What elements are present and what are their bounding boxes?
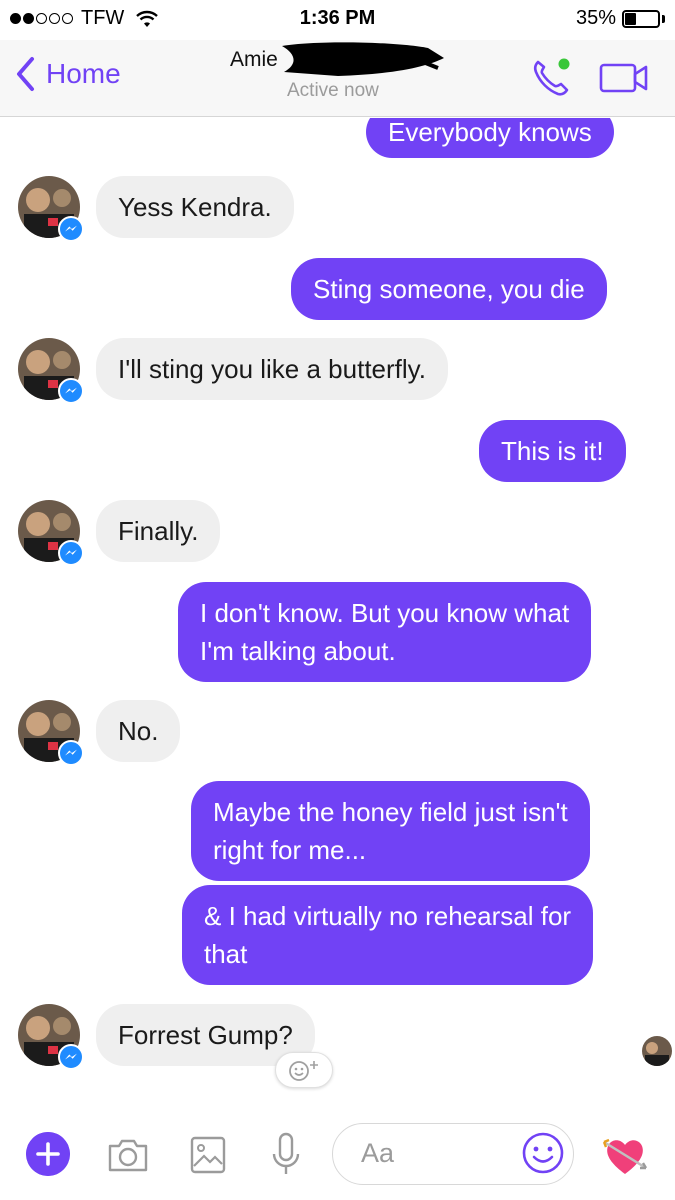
message-line: I'm talking about. xyxy=(200,636,396,666)
video-call-icon[interactable] xyxy=(598,62,650,94)
smiley-plus-icon xyxy=(289,1061,318,1081)
battery-icon xyxy=(622,9,660,28)
emoji-icon[interactable] xyxy=(520,1130,566,1176)
back-button[interactable]: Home xyxy=(14,56,121,92)
battery-percent: 35% xyxy=(575,7,616,29)
messenger-badge-icon xyxy=(58,540,84,566)
contact-avatar[interactable] xyxy=(18,1004,84,1070)
microphone-icon[interactable] xyxy=(262,1130,310,1178)
active-status: Active now xyxy=(287,80,379,101)
message-outgoing[interactable]: Everybody knows xyxy=(366,118,614,158)
add-reaction-button[interactable] xyxy=(275,1052,333,1088)
plus-icon[interactable] xyxy=(26,1132,70,1176)
chevron-left-icon xyxy=(17,57,34,91)
contact-avatar[interactable] xyxy=(18,500,84,566)
message-outgoing[interactable]: Maybe the honey field just isn't right f… xyxy=(191,781,590,881)
battery-status: 35% xyxy=(576,7,665,30)
contact-avatar[interactable] xyxy=(18,700,84,766)
message-outgoing[interactable]: This is it! xyxy=(479,420,626,482)
message-text: Yess Kendra. xyxy=(118,192,272,222)
contact-avatar[interactable] xyxy=(18,338,84,404)
message-input-placeholder: Aa xyxy=(361,1138,395,1168)
phone-call-icon[interactable] xyxy=(528,54,574,100)
message-composer: Aa xyxy=(0,1110,675,1200)
status-bar: TFW 1:36 PM 35% xyxy=(0,0,675,40)
contact-avatar[interactable] xyxy=(18,176,84,242)
camera-icon[interactable] xyxy=(104,1130,152,1178)
message-list[interactable]: Everybody knows Yess Kendra. Sting someo… xyxy=(0,118,675,1098)
message-line: I don't know. But you know what xyxy=(200,598,570,628)
message-outgoing[interactable]: I don't know. But you know what I'm talk… xyxy=(178,582,592,682)
messenger-badge-icon xyxy=(58,378,84,404)
contact-name: Amie xyxy=(230,48,278,71)
messenger-badge-icon xyxy=(58,216,84,242)
message-text: Forrest Gump? xyxy=(118,1020,293,1050)
message-incoming[interactable]: I'll sting you like a butterfly. xyxy=(96,338,448,400)
battery-level xyxy=(625,12,636,25)
message-incoming[interactable]: Finally. xyxy=(96,500,221,562)
messenger-badge-icon xyxy=(58,1044,84,1070)
message-line: & I had virtually no rehearsal for xyxy=(204,901,572,931)
message-line: right for me... xyxy=(213,835,367,865)
read-receipt-avatar xyxy=(642,1036,672,1066)
messenger-badge-icon xyxy=(58,740,84,766)
battery-cap xyxy=(662,14,665,23)
message-line: Maybe the honey field just isn't xyxy=(213,797,568,827)
message-outgoing[interactable]: Sting someone, you die xyxy=(291,258,607,320)
message-text: No. xyxy=(118,716,159,746)
message-line: that xyxy=(204,939,248,969)
conversation-header: Home Amie Active now xyxy=(0,40,675,117)
message-outgoing[interactable]: & I had virtually no rehearsal for that xyxy=(182,885,594,985)
message-text: Sting someone, you die xyxy=(313,274,585,304)
message-incoming[interactable]: Yess Kendra. xyxy=(96,176,294,238)
back-label: Home xyxy=(46,58,121,89)
image-icon[interactable] xyxy=(184,1130,232,1178)
clock: 1:36 PM xyxy=(299,7,376,29)
redaction-scribble xyxy=(282,42,444,76)
message-text: Finally. xyxy=(118,516,199,546)
heart-arrow-icon[interactable] xyxy=(600,1130,650,1180)
message-text: I'll sting you like a butterfly. xyxy=(118,354,426,384)
message-text: Everybody knows xyxy=(388,118,592,147)
message-incoming[interactable]: No. xyxy=(96,700,181,762)
message-text: This is it! xyxy=(501,436,604,466)
contact-info[interactable]: Amie Active now xyxy=(230,42,460,108)
